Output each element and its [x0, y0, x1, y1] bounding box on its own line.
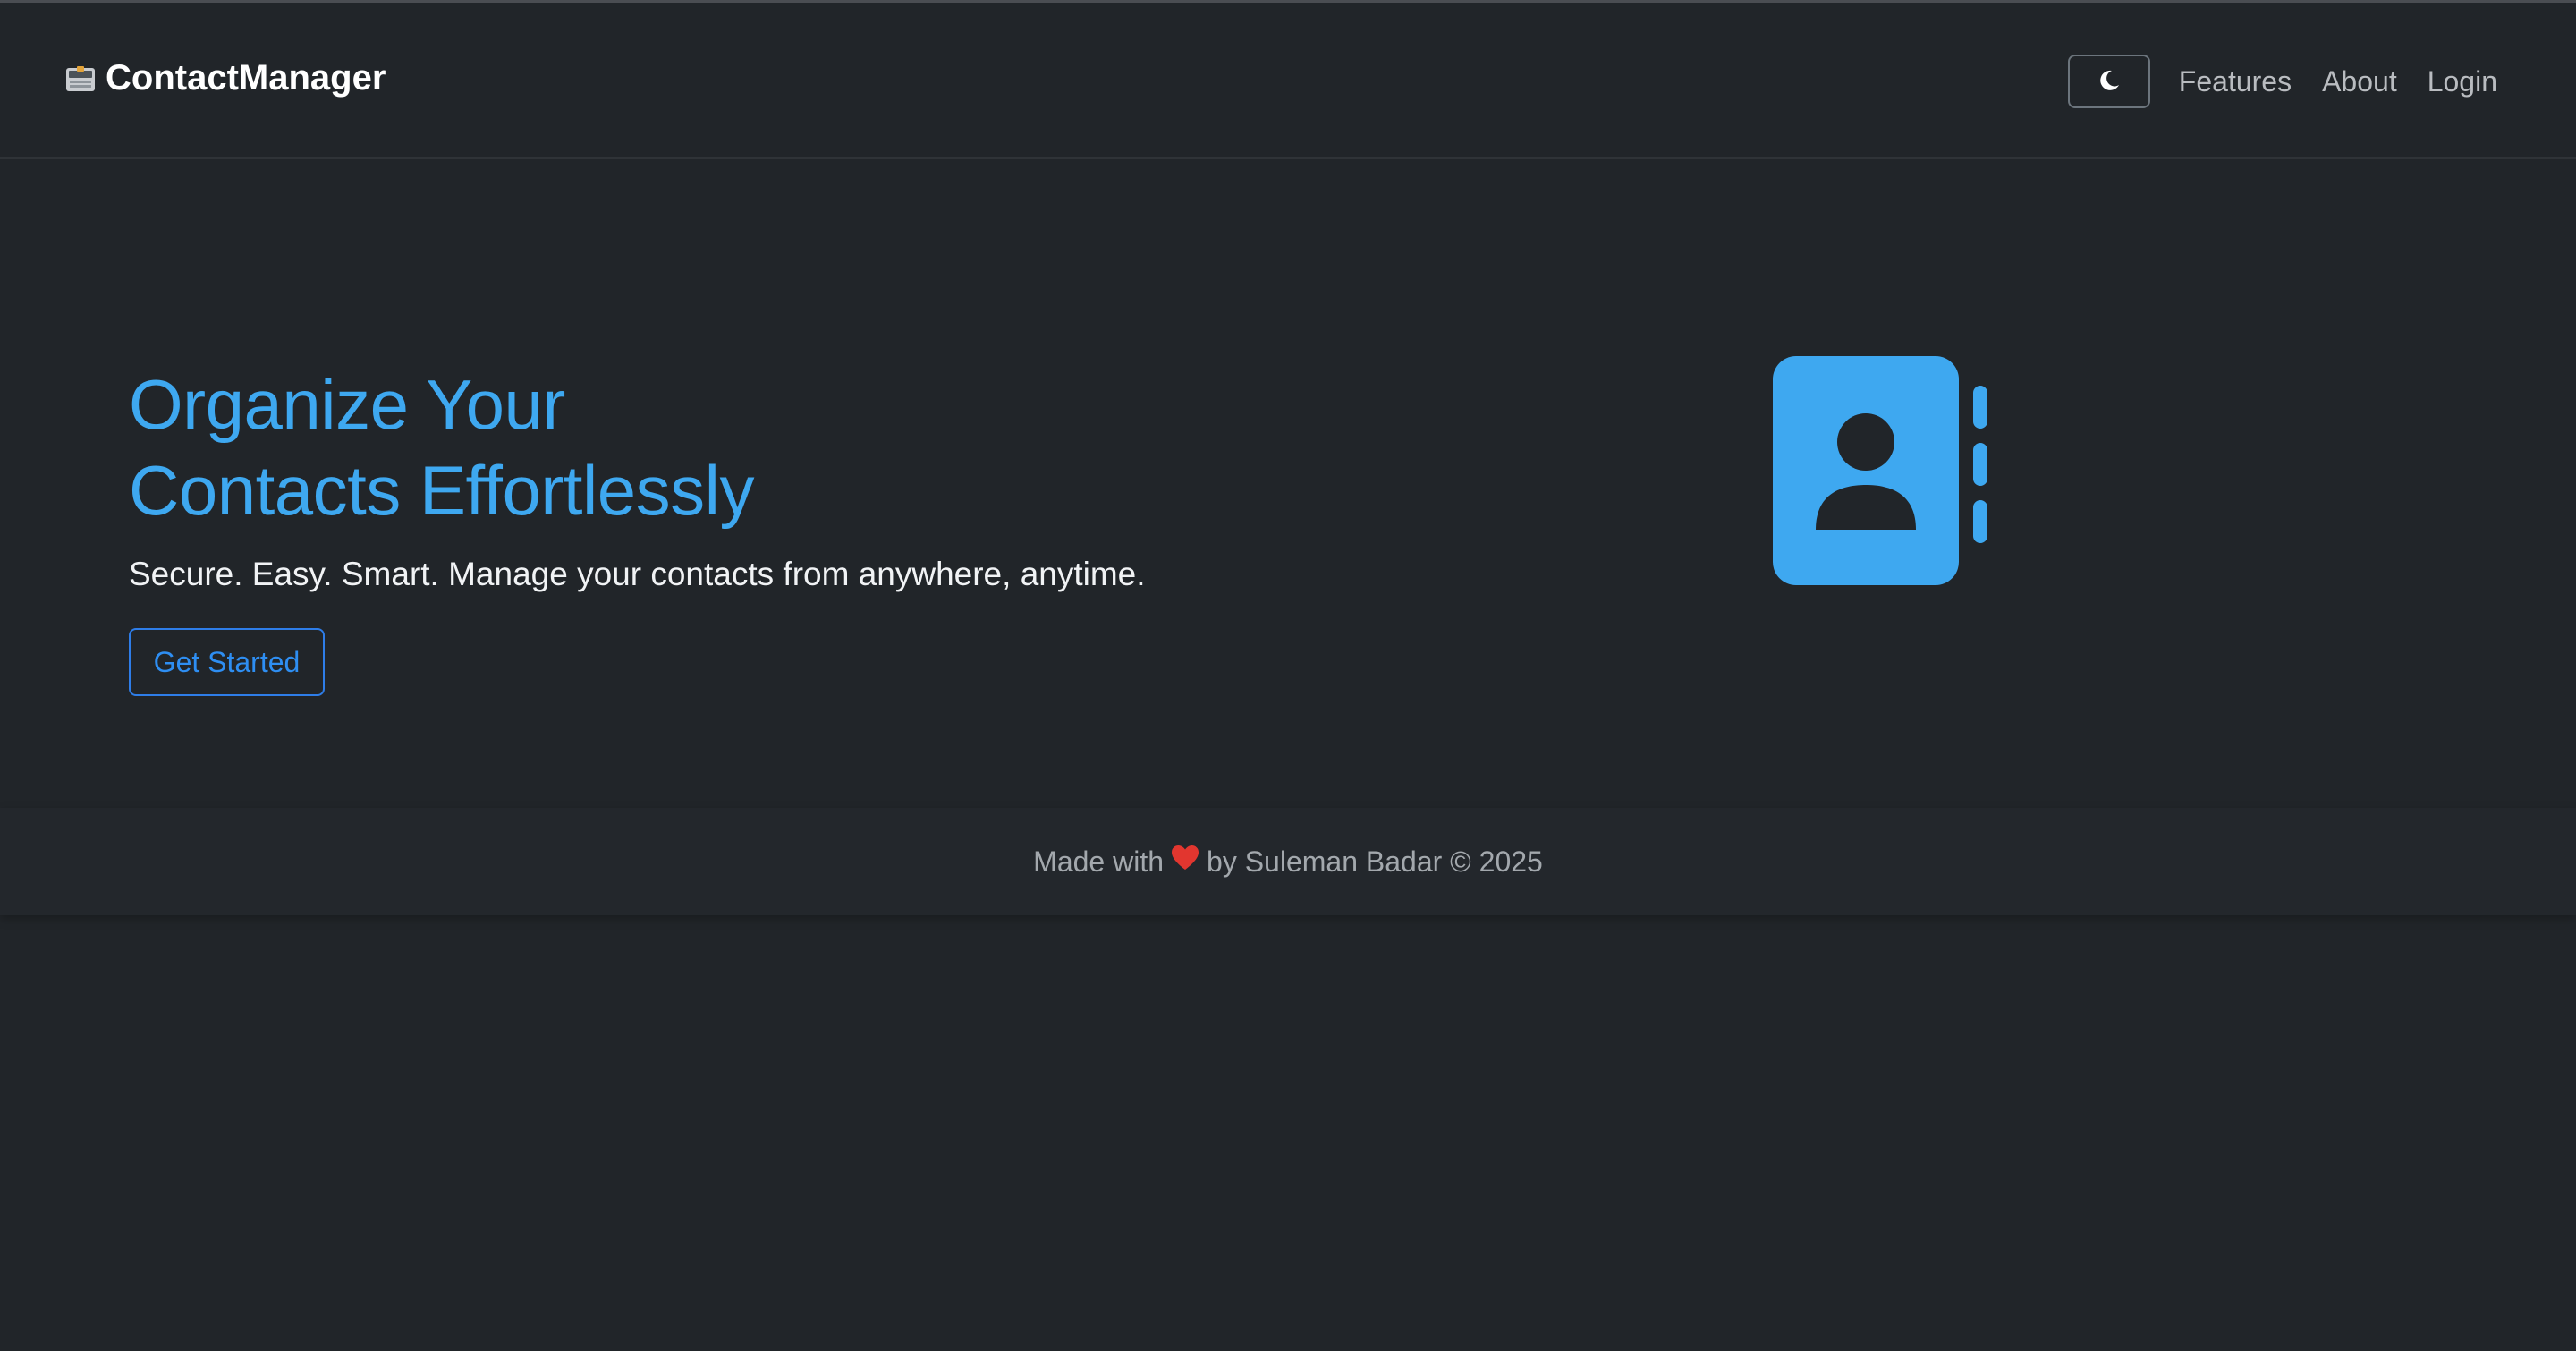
hero-title: Organize Your Contacts Effortlessly: [129, 361, 755, 533]
card-index-icon: [64, 64, 97, 94]
nav-link-about[interactable]: About: [2322, 65, 2397, 98]
footer-prefix: Made with: [1033, 845, 1165, 878]
heart-icon: [1171, 845, 1199, 879]
brand-name: ContactManager: [106, 58, 386, 98]
navbar: ContactManager Features About Login: [0, 3, 2576, 159]
brand-link[interactable]: ContactManager: [64, 58, 386, 98]
moon-icon: [2097, 68, 2122, 96]
nav-right: Features About Login: [2067, 55, 2497, 108]
footer-suffix: by Suleman Badar © 2025: [1207, 845, 1543, 878]
get-started-button[interactable]: Get Started: [129, 628, 325, 696]
hero-subtitle: Secure. Easy. Smart. Manage your contact…: [129, 556, 1146, 592]
hero-section: Organize Your Contacts Effortlessly Secu…: [0, 159, 2576, 808]
nav-link-login[interactable]: Login: [2428, 65, 2497, 98]
nav-link-features[interactable]: Features: [2179, 65, 2292, 98]
page: ContactManager Features About Login Orga…: [0, 0, 2576, 1351]
hero-title-line2: Contacts Effortlessly: [129, 451, 755, 530]
hero-title-line1: Organize Your: [129, 365, 565, 444]
footer-text: Made with by Suleman Badar © 2025: [1033, 845, 1543, 879]
contact-book-icon: [1773, 356, 1993, 587]
footer: Made with by Suleman Badar © 2025: [0, 808, 2576, 915]
theme-toggle-button[interactable]: [2067, 55, 2150, 108]
